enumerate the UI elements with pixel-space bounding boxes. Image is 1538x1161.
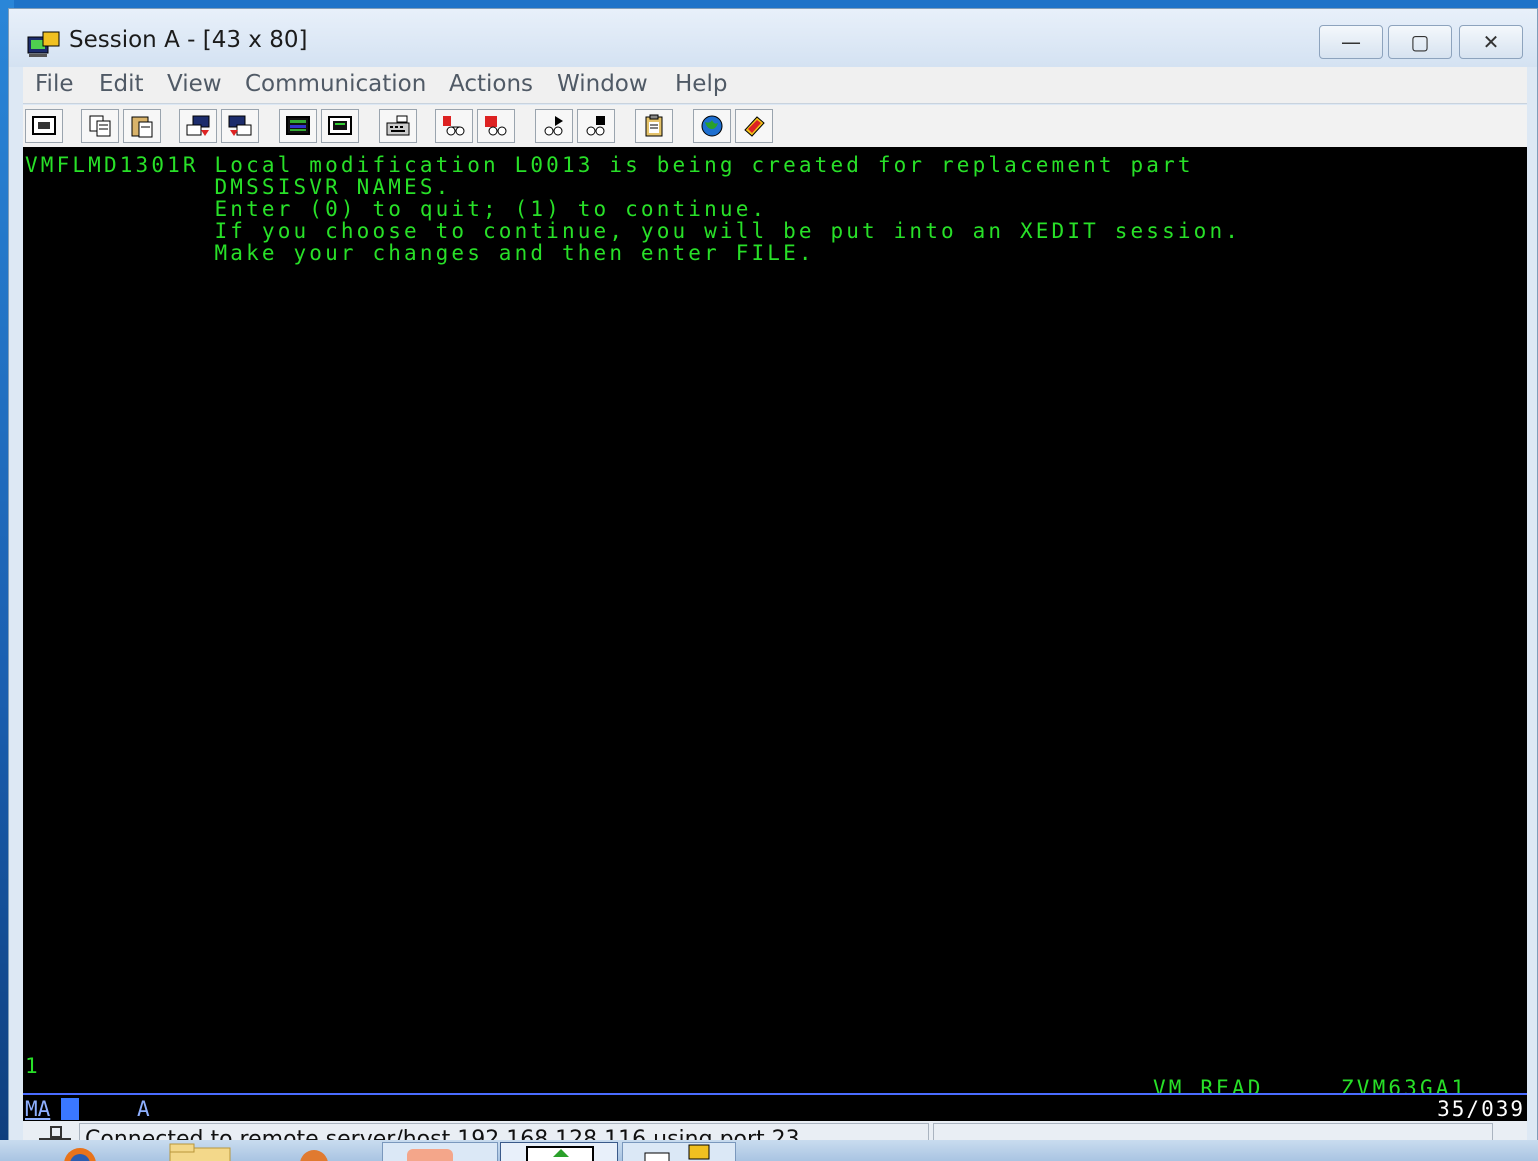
firefox-icon[interactable] [50, 1142, 110, 1161]
maximize-icon: ▢ [1410, 30, 1430, 54]
paste-button[interactable] [123, 109, 161, 143]
close-button[interactable]: ✕ [1459, 25, 1523, 59]
send-file-button[interactable] [179, 109, 217, 143]
macro-stop-icon [485, 116, 507, 136]
operator-information-area: MA A 35/039 [23, 1093, 1527, 1123]
terminal-line: If you choose to continue, you will be p… [25, 219, 1242, 243]
help-book-icon [744, 116, 765, 137]
menu-window[interactable]: Window [557, 71, 648, 97]
receive-file-icon [228, 115, 252, 136]
window-title: Session A - [43 x 80] [69, 27, 308, 53]
copy-button[interactable] [81, 109, 119, 143]
macro-stop-button[interactable] [477, 109, 515, 143]
terminal-line: VMFLMD1301R Local modification L0013 is … [25, 153, 1194, 177]
color-map-icon [328, 116, 352, 135]
oia-mode-indicator: A [137, 1097, 150, 1121]
menu-file[interactable]: File [35, 71, 74, 97]
terminal-taskbar-icon [644, 1144, 710, 1161]
web-link-button[interactable] [693, 109, 731, 143]
taskbar [0, 1140, 1538, 1161]
macro-record-icon [443, 116, 465, 136]
display-setup-button[interactable] [279, 109, 317, 143]
host-session-icon [27, 31, 60, 57]
powerpoint-icon [407, 1149, 453, 1161]
taskbar-button-session[interactable] [500, 1142, 618, 1161]
command-input-line[interactable]: 1 [25, 1055, 41, 1077]
terminal-screen[interactable]: VMFLMD1301R Local modification L0013 is … [23, 147, 1527, 1099]
menu-actions[interactable]: Actions [449, 71, 533, 97]
terminal-line: Enter (0) to quit; (1) to continue. [25, 197, 768, 221]
session-window: Session A - [43 x 80] — ▢ ✕ File Edit Vi… [8, 8, 1538, 1149]
media-icon[interactable] [284, 1142, 344, 1161]
menu-bar: File Edit View Communication Actions Win… [23, 67, 1527, 104]
macro-pause-button[interactable] [577, 109, 615, 143]
minimize-button[interactable]: — [1319, 25, 1383, 59]
help-book-button[interactable] [735, 109, 773, 143]
menu-communication[interactable]: Communication [245, 71, 426, 97]
oia-ma-indicator: MA [25, 1097, 51, 1121]
title-bar[interactable]: Session A - [43 x 80] — ▢ ✕ [9, 9, 1537, 67]
macro-play-button[interactable] [535, 109, 573, 143]
macro-record-button[interactable] [435, 109, 473, 143]
paste-icon [131, 116, 153, 138]
taskbar-button-powerpoint[interactable] [382, 1142, 498, 1161]
oia-cursor-block [61, 1098, 79, 1120]
color-map-button[interactable] [321, 109, 359, 143]
receive-file-button[interactable] [221, 109, 259, 143]
macro-pause-icon [586, 116, 605, 136]
macro-play-icon [544, 116, 563, 136]
web-link-icon [701, 115, 723, 137]
terminal-line: Make your changes and then enter FILE. [25, 241, 815, 265]
close-icon: ✕ [1482, 30, 1500, 54]
terminal-line: DMSSISVR NAMES. [25, 175, 452, 199]
toolbar [23, 105, 1527, 147]
session-taskbar-icon [526, 1146, 594, 1161]
menu-help[interactable]: Help [675, 71, 727, 97]
clipboard-icon [645, 114, 663, 137]
print-screen-button[interactable] [25, 109, 63, 143]
menu-edit[interactable]: Edit [99, 71, 144, 97]
clipboard-button[interactable] [635, 109, 673, 143]
folder-icon[interactable] [166, 1142, 236, 1161]
display-setup-icon [286, 116, 310, 135]
minimize-icon: — [1341, 30, 1361, 54]
send-file-icon [186, 115, 210, 136]
print-screen-icon [32, 116, 56, 135]
keyboard-map-button[interactable] [379, 109, 417, 143]
maximize-button[interactable]: ▢ [1388, 25, 1452, 59]
taskbar-button-terminal[interactable] [622, 1142, 736, 1161]
cursor-position: 35/039 [1437, 1097, 1525, 1121]
keyboard-map-icon [386, 115, 410, 136]
copy-icon [89, 115, 111, 137]
menu-view[interactable]: View [167, 71, 222, 97]
